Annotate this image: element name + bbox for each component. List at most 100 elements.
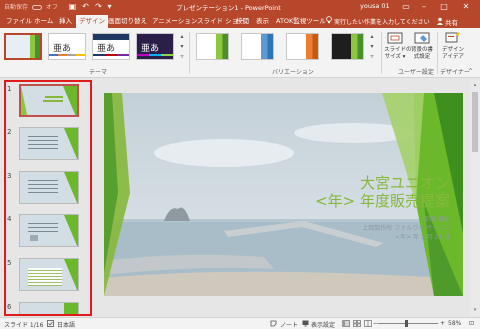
tell-me-box[interactable]: 実行したい作業を入力してください: [334, 17, 430, 26]
user-name[interactable]: yousa 01: [360, 2, 390, 10]
spellcheck-icon[interactable]: [47, 320, 54, 327]
slide-thumbnail-1[interactable]: [19, 84, 79, 117]
save-icon[interactable]: ▣: [67, 1, 78, 12]
autosave-label: 自動保存: [4, 4, 29, 11]
tab-view[interactable]: 表示: [256, 15, 269, 28]
thumb-decoration: [64, 259, 78, 290]
powerpoint-window: 自動保存 オフ ▣ ↶ ↷ ▾ プレゼンテーション1 - PowerPoint …: [0, 0, 480, 329]
normal-view-icon[interactable]: [342, 320, 350, 327]
zoom-in-button[interactable]: +: [440, 320, 445, 327]
tab-review[interactable]: 校閲: [236, 15, 249, 28]
redo-icon[interactable]: ↷: [93, 1, 104, 12]
tab-design[interactable]: デザイン: [76, 15, 108, 28]
color-strip: [49, 54, 85, 56]
variation-thumb-2[interactable]: [241, 33, 274, 60]
design-ideas-button[interactable]: デザイン アイデア: [440, 31, 466, 61]
variation-thumb-4[interactable]: [331, 33, 364, 60]
slide-number: 4: [7, 215, 12, 223]
slide-number: 2: [7, 128, 12, 136]
themes-scroll-up-icon[interactable]: ▴: [178, 32, 186, 41]
slide-company[interactable]: 上岡製作所 ファルワバ サービス: [304, 225, 450, 233]
scrollbar-thumb[interactable]: [472, 92, 478, 152]
minimize-icon[interactable]: –: [416, 0, 432, 14]
variation-thumb-3[interactable]: [286, 33, 319, 60]
slide-number: 6: [7, 303, 12, 311]
slide-thumbnail-5[interactable]: [19, 258, 79, 291]
tab-atok[interactable]: ATOK監視ツール: [276, 15, 326, 28]
thumb-decoration: [64, 303, 78, 315]
tab-home[interactable]: ホーム: [34, 15, 53, 28]
zoom-slider[interactable]: [378, 323, 438, 324]
customize-qat-icon[interactable]: ▾: [104, 1, 115, 12]
share-button[interactable]: 共有: [445, 17, 458, 27]
format-background-button[interactable]: 背景の書 式設定: [410, 31, 434, 61]
scroll-up-icon[interactable]: ▴: [471, 81, 479, 89]
lightbulb-icon: [326, 16, 332, 24]
slide-thumbnail-4[interactable]: [19, 214, 79, 247]
zoom-slider-handle[interactable]: [405, 320, 408, 327]
theme-thumb-purple[interactable]: 亜あ: [136, 33, 174, 60]
thumb-text-lines: [28, 136, 58, 152]
slide-thumbnail-6[interactable]: [19, 302, 79, 316]
slide-size-label: スライドの サイズ ▾: [384, 47, 412, 60]
tab-animations[interactable]: アニメーション: [152, 15, 197, 28]
slide-thumbnail-3[interactable]: [19, 171, 79, 204]
thumb-decoration: [64, 128, 78, 159]
display-settings-icon: [302, 320, 309, 327]
thumb-decoration: [64, 172, 78, 203]
themes-group-label: テーマ: [89, 69, 108, 76]
slide-count: スライド 1/16: [4, 322, 44, 329]
fit-to-window-icon[interactable]: ⊡: [469, 320, 474, 327]
variations-more-icon[interactable]: ▿: [368, 52, 376, 61]
display-settings-button[interactable]: 表示設定: [311, 320, 335, 329]
ribbon-display-icon[interactable]: ▭: [398, 0, 414, 14]
thumb-table: [28, 268, 62, 286]
title-bar: 自動保存 オフ ▣ ↶ ↷ ▾ プレゼンテーション1 - PowerPoint …: [0, 0, 480, 14]
theme-thumb-text: 亜あ: [97, 44, 116, 54]
theme-thumb-text: 亜あ: [53, 44, 72, 54]
theme-thumb-office[interactable]: [4, 33, 42, 60]
close-icon[interactable]: ✕: [458, 0, 474, 14]
thumb-title-line: [43, 100, 63, 102]
variations-scroll-up-icon[interactable]: ▴: [368, 32, 376, 41]
design-ideas-icon: [445, 32, 460, 43]
autosave-toggle[interactable]: 自動保存 オフ: [4, 2, 58, 11]
variations-scroll-down-icon[interactable]: ▾: [368, 42, 376, 51]
collapse-ribbon-icon[interactable]: ^: [468, 68, 473, 75]
slide-thumbnail-2[interactable]: [19, 127, 79, 160]
thumb-title-line: [45, 96, 63, 98]
slide-number: 3: [7, 172, 12, 180]
slide-sorter-icon[interactable]: [353, 320, 361, 327]
tab-file[interactable]: ファイル: [6, 15, 32, 28]
slide-title-line1[interactable]: 大宮ユニオン: [272, 174, 450, 193]
themes-scroll-down-icon[interactable]: ▾: [178, 42, 186, 51]
undo-icon[interactable]: ↶: [80, 1, 91, 12]
designer-group-label: デザイナー: [440, 69, 470, 76]
notes-icon: [270, 320, 277, 327]
theme-thumb-dark-band[interactable]: 亜あ: [92, 33, 130, 60]
tab-insert[interactable]: 挿入: [59, 15, 72, 28]
theme-band: [93, 34, 129, 40]
current-slide[interactable]: 大宮ユニオン <年> 年度販売提案 加藤 瑠紀 上岡製作所 ファルワバ サービス…: [104, 93, 463, 296]
tab-transitions[interactable]: 画面切り替え: [108, 15, 147, 28]
format-background-label: 背景の書 式設定: [410, 47, 433, 60]
zoom-level[interactable]: 58%: [448, 320, 461, 327]
theme-thumb-plain[interactable]: 亜あ: [48, 33, 86, 60]
reading-view-icon[interactable]: [364, 320, 372, 327]
notes-button[interactable]: ノート: [280, 320, 298, 329]
thumb-decoration: [64, 215, 78, 246]
thumb-text-lines: [28, 223, 58, 235]
slide-title-line2[interactable]: <年> 年度販売提案: [222, 192, 450, 211]
slide-size-button[interactable]: スライドの サイズ ▾: [384, 31, 412, 61]
scroll-down-icon[interactable]: ▾: [471, 306, 479, 314]
themes-more-icon[interactable]: ▿: [178, 52, 186, 61]
variation-thumb-1[interactable]: [196, 33, 229, 60]
vertical-scrollbar[interactable]: ▴ ▾: [470, 80, 480, 316]
maximize-icon[interactable]: □: [436, 0, 452, 14]
slide-date[interactable]: <年> 年 3 月 24 日: [304, 234, 450, 242]
language-indicator[interactable]: 日本語: [57, 320, 75, 329]
slide-presenter[interactable]: 加藤 瑠紀: [304, 216, 450, 224]
ribbon-separator: [189, 32, 190, 74]
variations-group-label: バリエーション: [272, 69, 314, 76]
thumb-text-lines: [28, 180, 58, 196]
